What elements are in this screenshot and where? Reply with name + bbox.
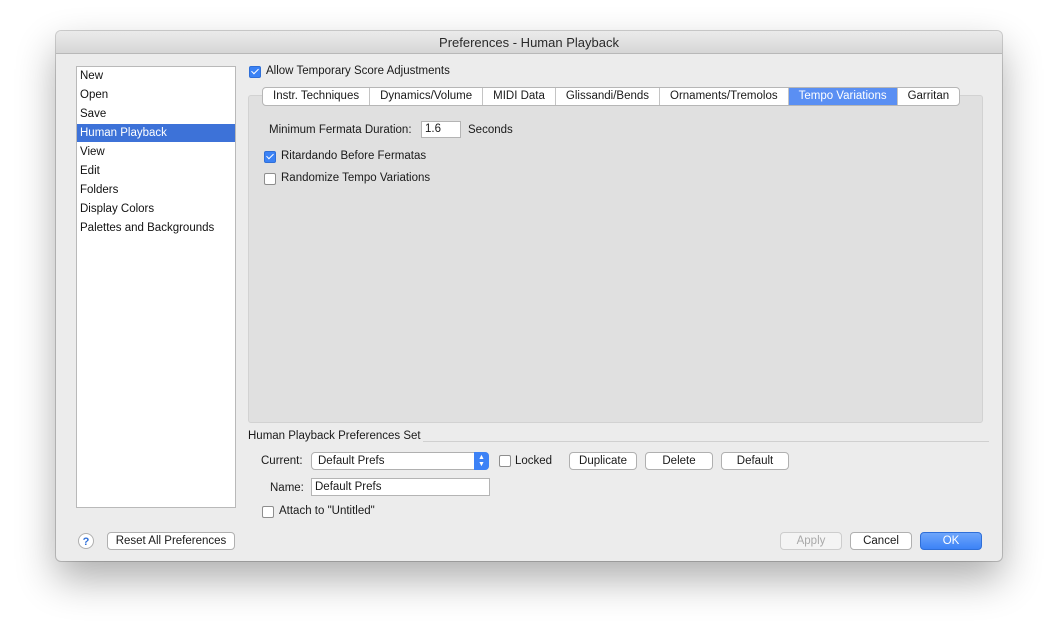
ok-button[interactable]: OK xyxy=(920,532,982,550)
tab-bar: Instr. Techniques Dynamics/Volume MIDI D… xyxy=(262,87,961,106)
tab-garritan[interactable]: Garritan xyxy=(898,88,960,105)
sidebar-item-folders[interactable]: Folders xyxy=(77,181,235,199)
sidebar-item-display-colors[interactable]: Display Colors xyxy=(77,200,235,218)
tab-panel xyxy=(248,95,983,423)
sidebar-item-human-playback[interactable]: Human Playback xyxy=(77,124,235,142)
help-icon[interactable]: ? xyxy=(78,533,94,549)
randomize-checkbox[interactable] xyxy=(264,173,276,185)
attach-label: Attach to "Untitled" xyxy=(279,505,375,517)
reset-all-preferences-button[interactable]: Reset All Preferences xyxy=(107,532,235,550)
tab-dynamics-volume[interactable]: Dynamics/Volume xyxy=(370,88,484,105)
delete-button[interactable]: Delete xyxy=(645,452,713,470)
chevron-updown-icon: ▲ ▼ xyxy=(474,452,489,470)
sidebar-item-edit[interactable]: Edit xyxy=(77,162,235,180)
apply-button[interactable]: Apply xyxy=(780,532,842,550)
locked-label: Locked xyxy=(515,455,553,467)
sidebar-item-view[interactable]: View xyxy=(77,143,235,161)
min-fermata-label: Minimum Fermata Duration: xyxy=(269,124,412,136)
tab-tempo-variations[interactable]: Tempo Variations xyxy=(788,88,898,105)
default-button[interactable]: Default xyxy=(721,452,789,470)
current-prefs-value: Default Prefs xyxy=(318,455,385,467)
sidebar-item-save[interactable]: Save xyxy=(77,105,235,123)
allow-temp-adjustments-checkbox[interactable] xyxy=(249,66,261,78)
sidebar-item-new[interactable]: New xyxy=(77,67,235,85)
prefs-set-separator xyxy=(423,441,989,442)
window-title: Preferences - Human Playback xyxy=(56,31,1002,54)
sidebar-item-open[interactable]: Open xyxy=(77,86,235,104)
allow-temp-adjustments-label: Allow Temporary Score Adjustments xyxy=(266,65,450,77)
tab-glissandi-bends[interactable]: Glissandi/Bends xyxy=(556,88,661,105)
cancel-button[interactable]: Cancel xyxy=(850,532,912,550)
current-prefs-select[interactable]: Default Prefs ▲ ▼ xyxy=(311,452,489,470)
ritardando-checkbox[interactable] xyxy=(264,151,276,163)
min-fermata-input[interactable]: 1.6 xyxy=(421,121,461,138)
tab-ornaments-tremolos[interactable]: Ornaments/Tremolos xyxy=(660,88,789,105)
randomize-label: Randomize Tempo Variations xyxy=(281,172,431,184)
ritardando-label: Ritardando Before Fermatas xyxy=(281,150,427,162)
prefs-set-title: Human Playback Preferences Set xyxy=(248,430,421,442)
attach-checkbox[interactable] xyxy=(262,506,274,518)
locked-checkbox[interactable] xyxy=(499,455,511,467)
name-label: Name: xyxy=(270,482,304,494)
tab-instr-techniques[interactable]: Instr. Techniques xyxy=(263,88,371,105)
category-list[interactable]: New Open Save Human Playback View Edit F… xyxy=(76,66,236,508)
duplicate-button[interactable]: Duplicate xyxy=(569,452,637,470)
preferences-window: Preferences - Human Playback New Open Sa… xyxy=(56,31,1002,561)
name-input[interactable]: Default Prefs xyxy=(311,478,490,496)
current-label: Current: xyxy=(261,455,303,467)
tab-midi-data[interactable]: MIDI Data xyxy=(483,88,556,105)
seconds-label: Seconds xyxy=(468,124,513,136)
sidebar-item-palettes-backgrounds[interactable]: Palettes and Backgrounds xyxy=(77,219,235,237)
